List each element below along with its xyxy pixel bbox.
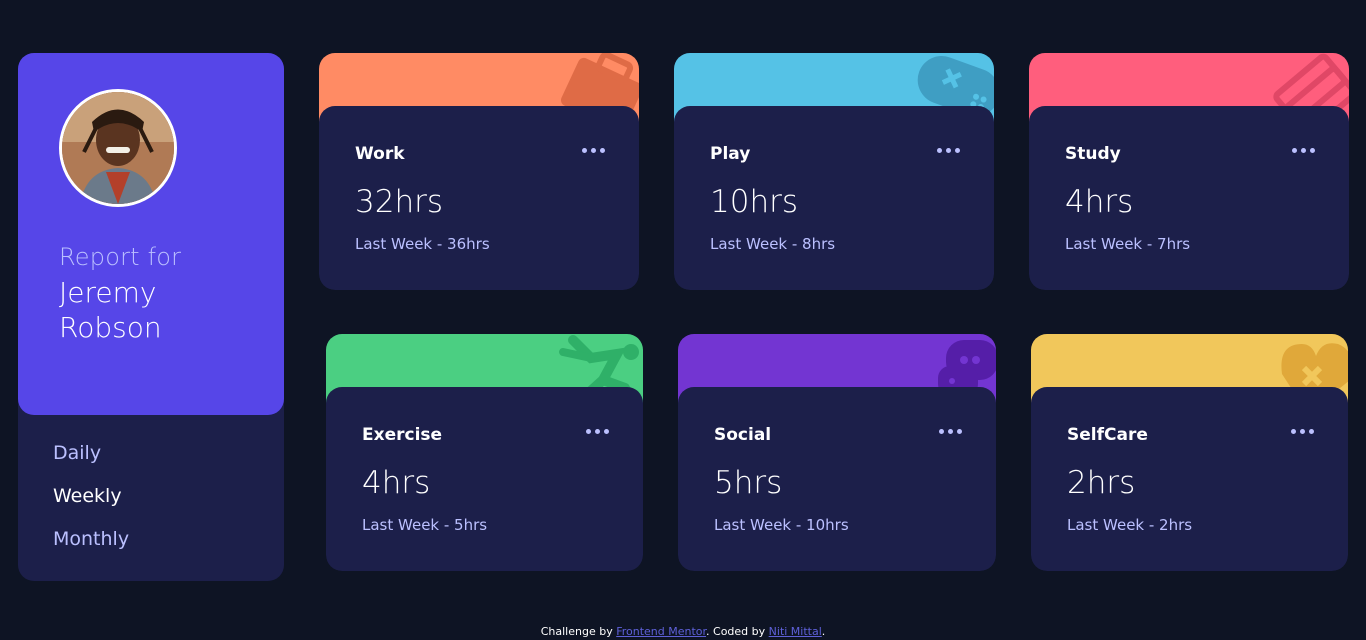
current-hours: 5hrs	[714, 465, 783, 501]
attribution-suffix: .	[821, 625, 826, 638]
card-title: Play	[710, 144, 751, 164]
report-label: Report for	[59, 243, 182, 271]
card-body: SelfCare 2hrs Last Week - 2hrs	[1031, 387, 1348, 571]
previous-hours: Last Week - 36hrs	[355, 235, 490, 253]
current-hours: 2hrs	[1067, 465, 1136, 501]
author-link[interactable]: Niti Mittal	[769, 625, 822, 638]
card-exercise: Exercise 4hrs Last Week - 5hrs	[326, 334, 643, 571]
card-body: Play 10hrs Last Week - 8hrs	[674, 106, 994, 290]
dashboard: Report for Jeremy Robson Daily Weekly Mo…	[0, 0, 1366, 640]
profile-header: Report for Jeremy Robson	[18, 53, 284, 415]
card-body: Social 5hrs Last Week - 10hrs	[678, 387, 996, 571]
previous-hours: Last Week - 8hrs	[710, 235, 836, 253]
attribution-middle: . Coded by	[706, 625, 769, 638]
card-body: Work 32hrs Last Week - 36hrs	[319, 106, 639, 290]
previous-hours: Last Week - 10hrs	[714, 516, 849, 534]
profile-card: Report for Jeremy Robson Daily Weekly Mo…	[18, 53, 284, 581]
card-title: Work	[355, 144, 405, 164]
previous-hours: Last Week - 5hrs	[362, 516, 488, 534]
previous-hours: Last Week - 7hrs	[1065, 235, 1191, 253]
frontend-mentor-link[interactable]: Frontend Mentor	[616, 625, 706, 638]
current-hours: 10hrs	[710, 184, 798, 220]
period-daily[interactable]: Daily	[53, 442, 101, 464]
more-options-icon[interactable]	[1292, 148, 1315, 153]
attribution-prefix: Challenge by	[540, 625, 617, 638]
previous-hours: Last Week - 2hrs	[1067, 516, 1193, 534]
more-options-icon[interactable]	[582, 148, 605, 153]
card-play: Play 10hrs Last Week - 8hrs	[674, 53, 994, 290]
card-study: Study 4hrs Last Week - 7hrs	[1029, 53, 1349, 290]
avatar	[59, 89, 177, 207]
card-title: Study	[1065, 144, 1121, 164]
card-body: Study 4hrs Last Week - 7hrs	[1029, 106, 1349, 290]
more-options-icon[interactable]	[939, 429, 962, 434]
more-options-icon[interactable]	[586, 429, 609, 434]
card-title: Exercise	[362, 425, 443, 445]
card-selfcare: SelfCare 2hrs Last Week - 2hrs	[1031, 334, 1348, 571]
card-title: SelfCare	[1067, 425, 1148, 445]
card-body: Exercise 4hrs Last Week - 5hrs	[326, 387, 643, 571]
period-weekly[interactable]: Weekly	[53, 485, 122, 507]
more-options-icon[interactable]	[937, 148, 960, 153]
user-name: Jeremy Robson	[59, 276, 162, 344]
card-title: Social	[714, 425, 772, 445]
current-hours: 4hrs	[1065, 184, 1134, 220]
current-hours: 4hrs	[362, 465, 431, 501]
attribution: Challenge by Frontend Mentor. Coded by N…	[0, 625, 1366, 638]
more-options-icon[interactable]	[1291, 429, 1314, 434]
current-hours: 32hrs	[355, 184, 443, 220]
period-monthly[interactable]: Monthly	[53, 528, 129, 550]
card-work: Work 32hrs Last Week - 36hrs	[319, 53, 639, 290]
card-social: Social 5hrs Last Week - 10hrs	[678, 334, 996, 571]
